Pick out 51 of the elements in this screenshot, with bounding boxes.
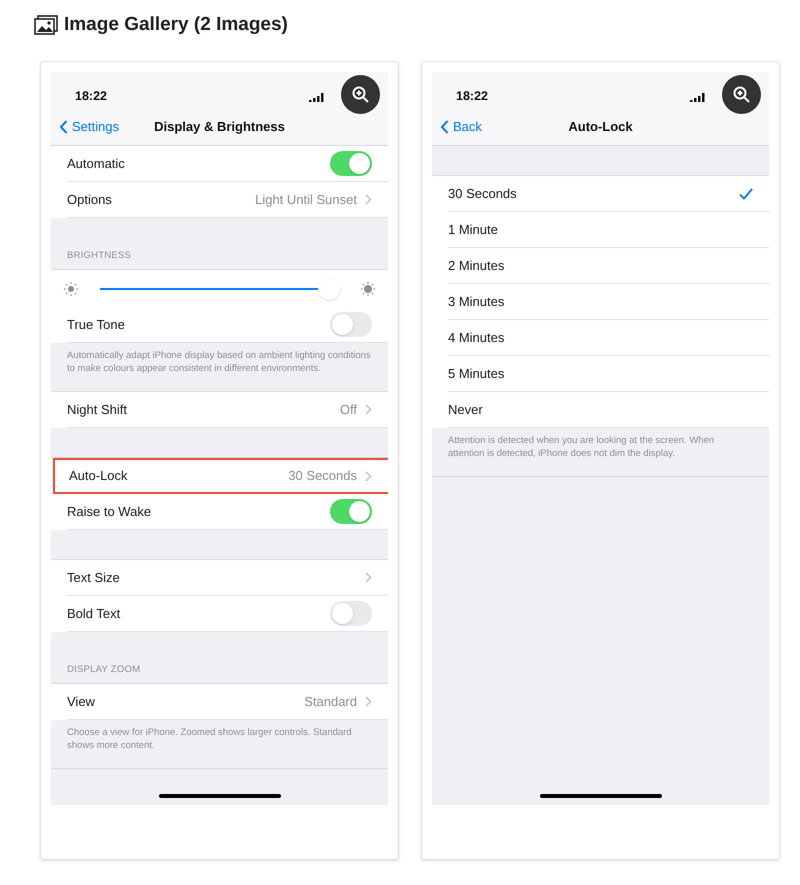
sun-icon <box>63 280 79 296</box>
row-value: Off <box>340 400 357 419</box>
section-header: DISPLAY ZOOM <box>67 662 140 677</box>
chevron-icon <box>365 696 372 707</box>
back-button[interactable]: Back <box>440 116 482 136</box>
chevron-icon <box>365 404 372 415</box>
row-value: 30 Seconds <box>288 467 357 486</box>
zoom-in-icon <box>732 84 752 104</box>
chevron-icon <box>365 470 372 482</box>
status-time: 18:22 <box>75 88 107 106</box>
row-label: 3 Minutes <box>448 292 506 311</box>
toggle-switch[interactable] <box>330 499 372 524</box>
row-label: Auto-Lock <box>69 467 129 486</box>
status-time: 18:22 <box>456 88 488 106</box>
row-label: Never <box>448 400 484 419</box>
back-chevron-icon <box>59 120 68 134</box>
image-icon <box>34 15 58 35</box>
nav-title: Auto-Lock <box>568 118 633 136</box>
sun-icon <box>360 280 376 296</box>
gallery-title: Image Gallery (2 Images) <box>64 12 288 37</box>
row-label: 1 Minute <box>448 220 499 239</box>
toggle-switch[interactable] <box>330 601 372 626</box>
row-label: Night Shift <box>67 400 128 419</box>
signal-icon <box>309 93 324 102</box>
toggle-switch[interactable] <box>330 312 372 337</box>
signal-icon <box>690 93 705 102</box>
highlighted-row[interactable]: Auto-Lock 30 Seconds <box>53 458 388 494</box>
zoom-in-icon <box>350 84 370 104</box>
row-label: Bold Text <box>67 604 122 623</box>
back-button[interactable]: Settings <box>59 116 119 136</box>
row-label: 5 Minutes <box>448 364 506 383</box>
toggle-switch[interactable] <box>330 151 372 176</box>
back-chevron-icon <box>440 120 449 134</box>
footer-note: Attention is detected when you are looking at the screen. When attention is detected, iPhone does not dim the display. <box>448 434 716 460</box>
row-label: True Tone <box>67 316 126 334</box>
row-label: Raise to Wake <box>67 502 152 521</box>
row-label: Options <box>67 190 113 209</box>
footer-note: Automatically adapt iPhone display based on ambient lighting conditions to make colours appear consistent in different environments. <box>67 349 372 375</box>
footer-note: Choose a view for iPhone. Zoomed shows larger controls. Standard shows more content. <box>67 726 353 752</box>
row-label: Text Size <box>67 568 121 587</box>
chevron-icon <box>365 194 372 205</box>
nav-title: Display & Brightness <box>154 118 285 136</box>
row-label: 2 Minutes <box>448 256 506 275</box>
row-value: Light Until Sunset <box>255 190 357 209</box>
section-header: BRIGHTNESS <box>67 248 132 263</box>
row-value: Standard <box>304 692 357 711</box>
row-label: 30 Seconds <box>448 184 518 203</box>
row-label: Automatic <box>67 154 126 173</box>
row-label: View <box>67 692 96 711</box>
chevron-icon <box>365 572 372 583</box>
row-label: 4 Minutes <box>448 328 506 347</box>
